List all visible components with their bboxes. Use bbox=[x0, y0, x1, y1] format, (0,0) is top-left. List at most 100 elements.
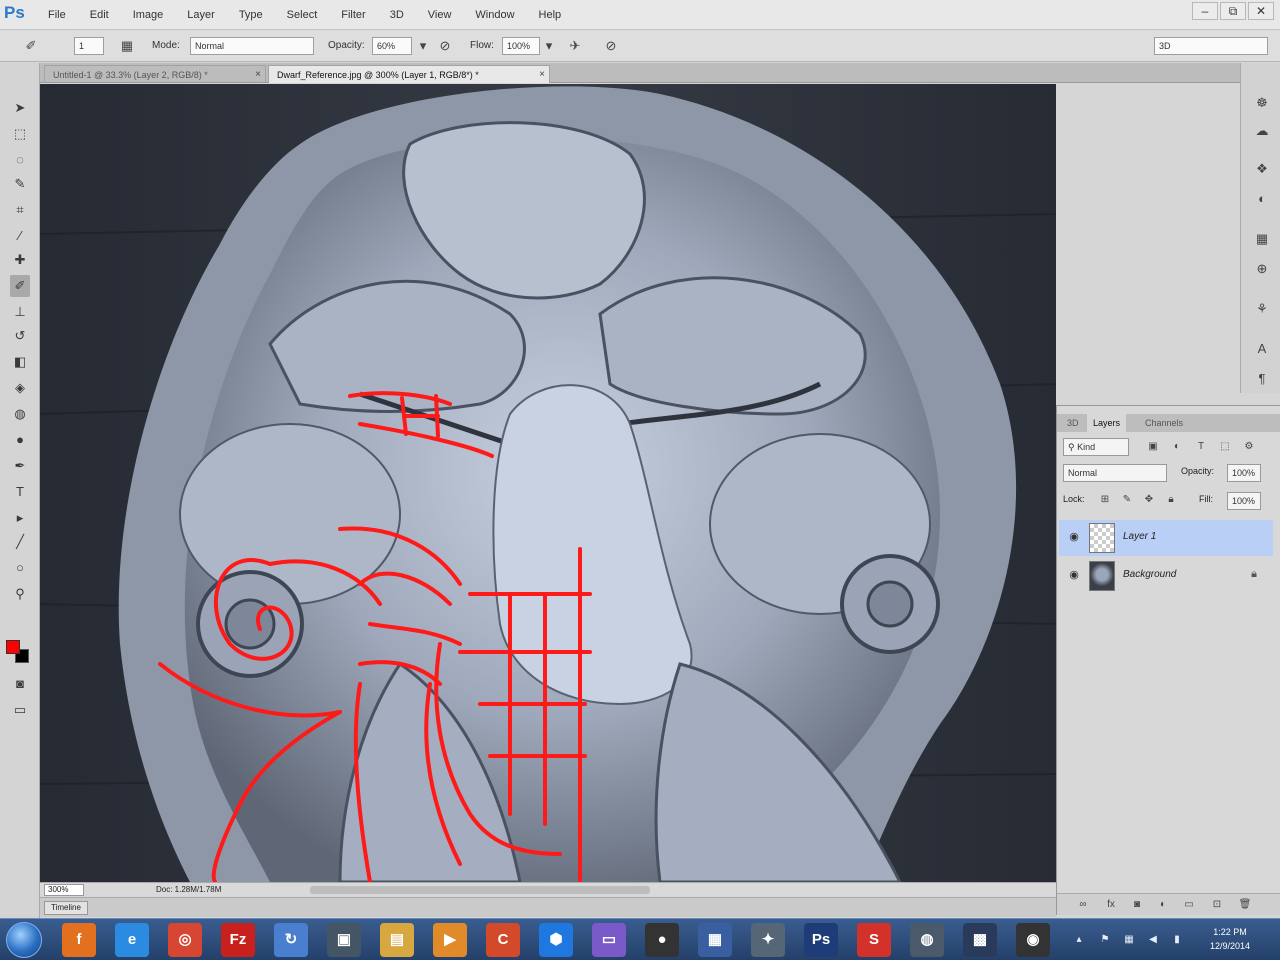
pressure-opacity-icon[interactable]: ⊘ bbox=[436, 37, 454, 55]
start-button[interactable] bbox=[6, 922, 42, 958]
path-select-tool-icon[interactable]: ▸ bbox=[10, 507, 30, 529]
menu-file[interactable]: File bbox=[36, 0, 78, 30]
crop-tool-icon[interactable]: ⌗ bbox=[10, 199, 30, 221]
flow-field[interactable]: 100% bbox=[502, 37, 540, 55]
marquee-tool-icon[interactable]: ⬚ bbox=[10, 123, 30, 145]
minimize-button[interactable]: – bbox=[1192, 2, 1218, 20]
menu-select[interactable]: Select bbox=[275, 0, 330, 30]
history-brush-tool-icon[interactable]: ↺ bbox=[10, 325, 30, 347]
brush-tool-icon[interactable]: ✐ bbox=[10, 275, 30, 297]
menu-layer[interactable]: Layer bbox=[175, 0, 227, 30]
menu-image[interactable]: Image bbox=[121, 0, 176, 30]
adjustments-icon[interactable]: ▦ bbox=[1252, 229, 1272, 249]
chrome-taskbar-icon[interactable]: ◎ bbox=[168, 923, 202, 957]
pen-tool-icon[interactable]: ✒ bbox=[10, 455, 30, 477]
clone-source-icon[interactable]: ⚘ bbox=[1252, 299, 1272, 319]
tab-channels[interactable]: Channels bbox=[1139, 414, 1189, 432]
folder-taskbar-icon[interactable]: ▤ bbox=[380, 923, 414, 957]
volume-icon[interactable]: ◀ bbox=[1146, 933, 1160, 947]
fill-field[interactable]: 100% bbox=[1227, 492, 1261, 510]
tab-dwarf-reference[interactable]: Dwarf_Reference.jpg @ 300% (Layer 1, RGB… bbox=[268, 65, 550, 83]
quick-mask-icon[interactable]: ◙ bbox=[10, 673, 30, 695]
media-taskbar-icon[interactable]: ▣ bbox=[327, 923, 361, 957]
line-tool-icon[interactable]: ╱ bbox=[10, 531, 30, 553]
close-icon[interactable]: × bbox=[539, 66, 545, 84]
menu-3d[interactable]: 3D bbox=[378, 0, 416, 30]
brush-panel-toggle-icon[interactable]: ▦ bbox=[118, 37, 136, 55]
type-filter-icon[interactable]: T bbox=[1193, 439, 1209, 455]
close-button[interactable]: ✕ bbox=[1248, 2, 1274, 20]
quick-select-tool-icon[interactable]: ✎ bbox=[10, 173, 30, 195]
media-player-taskbar-icon[interactable]: ▶ bbox=[433, 923, 467, 957]
chevron-down-icon[interactable]: ▾ bbox=[414, 37, 432, 55]
photoshop-taskbar-icon[interactable]: Ps bbox=[804, 923, 838, 957]
monitor-taskbar-icon[interactable]: ▦ bbox=[698, 923, 732, 957]
record-taskbar-icon[interactable]: S bbox=[857, 923, 891, 957]
lock-pixels-icon[interactable]: ✎ bbox=[1119, 492, 1135, 508]
shape-filter-icon[interactable]: ⬚ bbox=[1217, 439, 1233, 455]
brush-preset-icon[interactable]: ✐ bbox=[22, 37, 40, 55]
tab-untitled[interactable]: Untitled-1 @ 33.3% (Layer 2, RGB/8) * × bbox=[44, 65, 266, 83]
mode-select[interactable]: Normal bbox=[190, 37, 314, 55]
fx-icon[interactable]: fx bbox=[1103, 897, 1119, 913]
screen-mode-icon[interactable]: ▭ bbox=[10, 699, 30, 721]
recorder-taskbar-icon[interactable]: ◉ bbox=[1016, 923, 1050, 957]
blend-mode-select[interactable]: Normal bbox=[1063, 464, 1167, 482]
trash-icon[interactable]: 🗑︎ bbox=[1237, 897, 1253, 913]
shape-tool-icon[interactable]: ○ bbox=[10, 557, 30, 579]
zoom-field[interactable]: 300% bbox=[44, 884, 84, 896]
mixer-taskbar-icon[interactable]: ▩ bbox=[963, 923, 997, 957]
lock-all-icon[interactable]: 🔒︎ bbox=[1163, 492, 1179, 508]
kind-filter-select[interactable]: ⚲ Kind bbox=[1063, 438, 1129, 456]
game-taskbar-icon[interactable]: ✦ bbox=[751, 923, 785, 957]
app-taskbar-icon[interactable]: ▭ bbox=[592, 923, 626, 957]
pixel-filter-icon[interactable]: ▣ bbox=[1145, 439, 1161, 455]
menu-type[interactable]: Type bbox=[227, 0, 275, 30]
history-icon[interactable]: ☸ bbox=[1252, 93, 1272, 113]
layer-row-background[interactable]: ◉ Background 🔒︎ bbox=[1059, 558, 1273, 594]
blur-tool-icon[interactable]: ◍ bbox=[10, 403, 30, 425]
clone-stamp-tool-icon[interactable]: ⊥ bbox=[10, 301, 30, 323]
filezilla-taskbar-icon[interactable]: Fz bbox=[221, 923, 255, 957]
group-icon[interactable]: ▭ bbox=[1181, 897, 1197, 913]
paint-bucket-tool-icon[interactable]: ◈ bbox=[10, 377, 30, 399]
actions-icon[interactable]: ☁ bbox=[1252, 121, 1272, 141]
smart-object-filter-icon[interactable]: ⚙ bbox=[1241, 439, 1257, 455]
foreground-color-swatch[interactable] bbox=[6, 640, 20, 654]
layer-opacity-field[interactable]: 100% bbox=[1227, 464, 1261, 482]
battery-icon[interactable]: ▮ bbox=[1170, 933, 1184, 947]
flag-icon[interactable]: ⚑ bbox=[1098, 933, 1112, 947]
layer-row-layer-1[interactable]: ◉ Layer 1 bbox=[1059, 520, 1273, 556]
tab-3d[interactable]: 3D bbox=[1061, 414, 1085, 432]
lock-transparent-icon[interactable]: ⊞ bbox=[1097, 492, 1113, 508]
ccleaner-taskbar-icon[interactable]: C bbox=[486, 923, 520, 957]
airbrush-icon[interactable]: ✈ bbox=[566, 37, 584, 55]
network-icon[interactable]: ▦ bbox=[1122, 933, 1136, 947]
menu-window[interactable]: Window bbox=[463, 0, 526, 30]
paragraph-icon[interactable]: ¶ bbox=[1252, 369, 1272, 389]
swatches-icon[interactable]: ⊕ bbox=[1252, 259, 1272, 279]
eye-icon[interactable]: ◉ bbox=[1067, 568, 1081, 582]
new-layer-icon[interactable]: ⊡ bbox=[1209, 897, 1225, 913]
brush-size-picker[interactable]: 1 bbox=[74, 37, 104, 55]
healing-tool-icon[interactable]: ✚ bbox=[10, 249, 30, 271]
eye-icon[interactable]: ◉ bbox=[1067, 530, 1081, 544]
internet-explorer-taskbar-icon[interactable]: e bbox=[115, 923, 149, 957]
mask-icon[interactable]: ◙ bbox=[1129, 897, 1145, 913]
eraser-tool-icon[interactable]: ◧ bbox=[10, 351, 30, 373]
menu-view[interactable]: View bbox=[416, 0, 464, 30]
dropbox-taskbar-icon[interactable]: ⬢ bbox=[539, 923, 573, 957]
3d-icon[interactable]: ❖ bbox=[1252, 159, 1272, 179]
pressure-size-icon[interactable]: ⊘ bbox=[602, 37, 620, 55]
avatar-taskbar-icon[interactable]: ● bbox=[645, 923, 679, 957]
character-icon[interactable]: A bbox=[1252, 339, 1272, 359]
tab-timeline[interactable]: Timeline bbox=[44, 901, 88, 915]
chevron-down-icon[interactable]: ▾ bbox=[540, 37, 558, 55]
restore-button[interactable]: ⧉ bbox=[1220, 2, 1246, 20]
dodge-tool-icon[interactable]: ● bbox=[10, 429, 30, 451]
menu-edit[interactable]: Edit bbox=[78, 0, 121, 30]
eyedropper-tool-icon[interactable]: ⁄ bbox=[10, 225, 30, 247]
move-tool-icon[interactable]: ➤ bbox=[10, 97, 30, 119]
workspace-select[interactable]: 3D bbox=[1154, 37, 1268, 55]
close-icon[interactable]: × bbox=[255, 66, 261, 84]
